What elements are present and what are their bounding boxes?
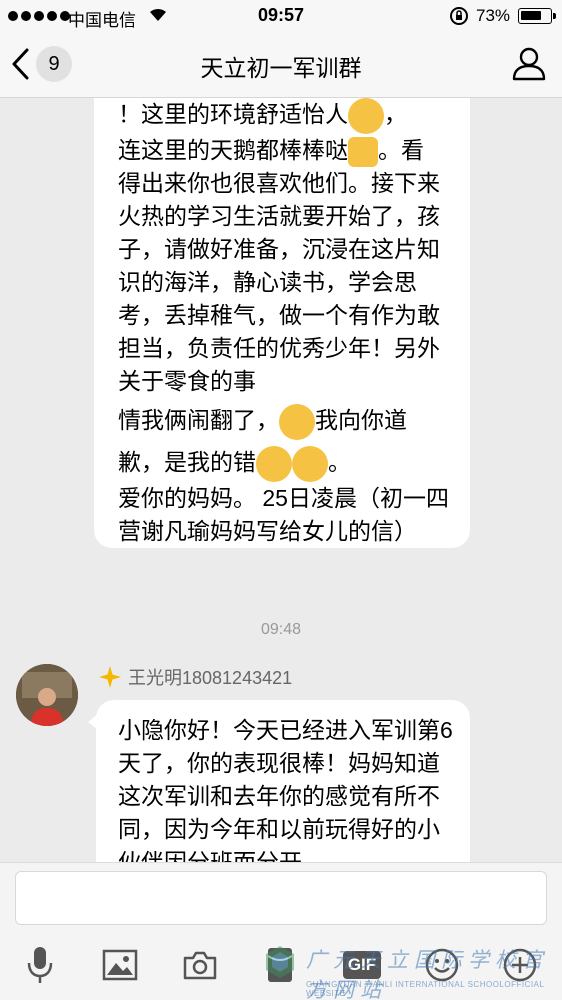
red-packet-button[interactable] (258, 943, 302, 987)
gif-button[interactable]: GIF (340, 943, 384, 987)
thumbs-up-icon (348, 136, 378, 167)
avatar[interactable] (16, 664, 78, 726)
message-input[interactable] (15, 871, 547, 925)
sender-info: 王光明18081243421 (98, 664, 292, 690)
chat-title: 天立初一军训群 (200, 55, 362, 81)
dizzy-emoji-icon (256, 446, 292, 482)
emoji-icon (348, 98, 384, 134)
person-icon (512, 47, 546, 81)
sweat-emoji-icon (279, 404, 315, 440)
rotation-lock-icon (449, 6, 469, 31)
vip-star-icon (99, 666, 121, 688)
avatar-image (16, 664, 78, 726)
status-bar: 中国电信 09:57 73% (0, 0, 562, 32)
battery-icon (518, 8, 556, 24)
red-packet-icon (267, 948, 293, 982)
input-toolbar: GIF (0, 939, 562, 991)
photo-button[interactable] (98, 943, 142, 987)
message-text: 小隐你好！今天已经进入军训第6天了，你的表现很棒！妈妈知道这次军训和去年你的感觉… (118, 717, 453, 862)
shush-emoji-icon (292, 446, 328, 482)
voice-button[interactable] (18, 943, 62, 987)
image-icon (102, 949, 138, 981)
gif-label: GIF (342, 951, 382, 979)
message-bubble[interactable]: ！这里的环境舒适怡人， 连这里的天鹅都棒棒哒 。看 得出来你也很喜欢他们。接下来火… (94, 98, 470, 548)
more-button[interactable] (498, 943, 542, 987)
chat-header: 9 天立初一军训群 (0, 32, 562, 98)
message-timestamp: 09:48 (260, 621, 302, 638)
camera-icon (183, 951, 217, 980)
message-bubble[interactable]: 小隐你好！今天已经进入军训第6天了，你的表现很棒！妈妈知道这次军训和去年你的感觉… (88, 700, 470, 862)
message-signoff: 爱你的妈妈。 25日凌晨（初一四营谢凡瑜妈妈写给女儿的信） (118, 485, 449, 544)
message-line: ！这里的环境舒适怡人， (118, 98, 456, 134)
emoji-button[interactable] (420, 943, 464, 987)
microphone-icon (27, 947, 53, 983)
plus-circle-icon (503, 948, 537, 982)
camera-button[interactable] (178, 943, 222, 987)
message-line: 情我俩闹翻了， 我向你道 (118, 404, 456, 440)
bubble-tail (88, 714, 98, 730)
message-list[interactable]: ！这里的环境舒适怡人， 连这里的天鹅都棒棒哒 。看 得出来你也很喜欢他们。接下来火… (0, 98, 562, 862)
smiley-icon (425, 948, 459, 982)
battery-percentage: 73% (476, 6, 511, 25)
sender-name: 王光明18081243421 (128, 668, 293, 688)
message-text: 得出来你也很喜欢他们。接下来火热的学习生活就要开始了，孩子，请做好准备，沉浸在这… (118, 170, 440, 394)
message-line: 歉，是我的错。 (118, 446, 456, 482)
message-line: 连这里的天鹅都棒棒哒 。看 (118, 134, 456, 167)
input-bar: GIF (0, 862, 562, 1000)
group-info-button[interactable] (510, 44, 548, 87)
